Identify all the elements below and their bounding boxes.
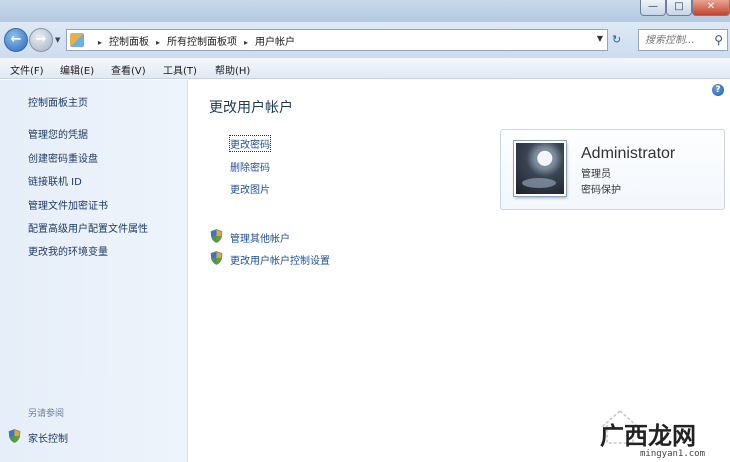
control-panel-icon [70, 33, 84, 47]
uac-settings-link[interactable]: 更改用户帐户控制设置 [230, 252, 330, 267]
menu-view[interactable]: 查看(V) [111, 62, 146, 77]
close-button[interactable]: ✕ [692, 0, 730, 16]
sidebar-item-parental-controls[interactable]: 家长控制 [28, 430, 68, 445]
navigation-bar: ← → ▼ ▸ 控制面板 ▸ 所有控制面板项 ▸ 用户帐户 ▼ ↻ ⚲ [0, 22, 730, 58]
watermark-brand: 广西龙网 [600, 422, 696, 450]
history-dropdown-icon[interactable]: ▼ [55, 36, 60, 44]
sidebar-item-online-id[interactable]: 链接联机 ID [28, 173, 82, 188]
account-name: Administrator [581, 145, 676, 162]
menu-edit[interactable]: 编辑(E) [60, 62, 94, 77]
main-content: ? 更改用户帐户 更改密码 删除密码 更改图片 管理其他帐户 更改用户帐户控制设… [188, 80, 730, 462]
see-also-heading: 另请参阅 [28, 409, 65, 419]
search-input[interactable] [645, 33, 709, 47]
sidebar: 控制面板主页 管理您的凭据 创建密码重设盘 链接联机 ID 管理文件加密证书 配… [0, 80, 188, 462]
sidebar-item-home[interactable]: 控制面板主页 [28, 94, 88, 109]
address-dropdown-icon[interactable]: ▼ [597, 34, 603, 43]
breadcrumb-separator-icon: ▸ [156, 38, 161, 47]
menu-tools[interactable]: 工具(T) [163, 62, 197, 77]
page-title: 更改用户帐户 [209, 100, 293, 116]
breadcrumb: ▸ 控制面板 ▸ 所有控制面板项 ▸ 用户帐户 [91, 33, 295, 48]
title-bar: — □ ✕ [0, 0, 730, 22]
avatar [514, 141, 566, 196]
sidebar-item-profile-properties[interactable]: 配置高级用户配置文件属性 [28, 220, 148, 235]
address-bar[interactable]: ▸ 控制面板 ▸ 所有控制面板项 ▸ 用户帐户 ▼ [66, 29, 608, 51]
breadcrumb-separator-icon: ▸ [244, 38, 249, 47]
account-role: 管理员 [581, 169, 611, 180]
breadcrumb-user-accounts[interactable]: 用户帐户 [255, 37, 295, 48]
change-password-link[interactable]: 更改密码 [229, 135, 271, 152]
search-box[interactable]: ⚲ [638, 29, 728, 51]
shield-icon [210, 251, 223, 265]
watermark-url: mingyan1.com [640, 449, 706, 459]
shield-icon [210, 229, 223, 243]
breadcrumb-separator-icon: ▸ [98, 38, 103, 47]
refresh-icon[interactable]: ↻ [612, 33, 621, 46]
menu-help[interactable]: 帮助(H) [215, 62, 250, 77]
menu-bar: 文件(F) 编辑(E) 查看(V) 工具(T) 帮助(H) [0, 58, 730, 79]
shield-icon [8, 429, 21, 443]
help-icon[interactable]: ? [712, 84, 724, 96]
maximize-button[interactable]: □ [666, 0, 692, 16]
remove-password-link[interactable]: 删除密码 [230, 159, 270, 174]
forward-button[interactable]: → [29, 28, 53, 52]
account-card: Administrator 管理员 密码保护 [500, 129, 725, 210]
change-picture-link[interactable]: 更改图片 [230, 181, 270, 196]
search-icon[interactable]: ⚲ [714, 33, 723, 47]
sidebar-item-credentials[interactable]: 管理您的凭据 [28, 126, 88, 141]
menu-file[interactable]: 文件(F) [10, 62, 44, 77]
sidebar-item-reset-disk[interactable]: 创建密码重设盘 [28, 150, 98, 165]
back-button[interactable]: ← [4, 28, 28, 52]
minimize-button[interactable]: — [640, 0, 666, 16]
sidebar-item-encryption-certs[interactable]: 管理文件加密证书 [28, 197, 108, 212]
sidebar-item-environment-vars[interactable]: 更改我的环境变量 [28, 243, 108, 258]
manage-other-accounts-link[interactable]: 管理其他帐户 [230, 230, 290, 245]
account-status: 密码保护 [581, 185, 621, 196]
breadcrumb-control-panel[interactable]: 控制面板 [109, 37, 149, 48]
breadcrumb-all-items[interactable]: 所有控制面板项 [167, 37, 237, 48]
